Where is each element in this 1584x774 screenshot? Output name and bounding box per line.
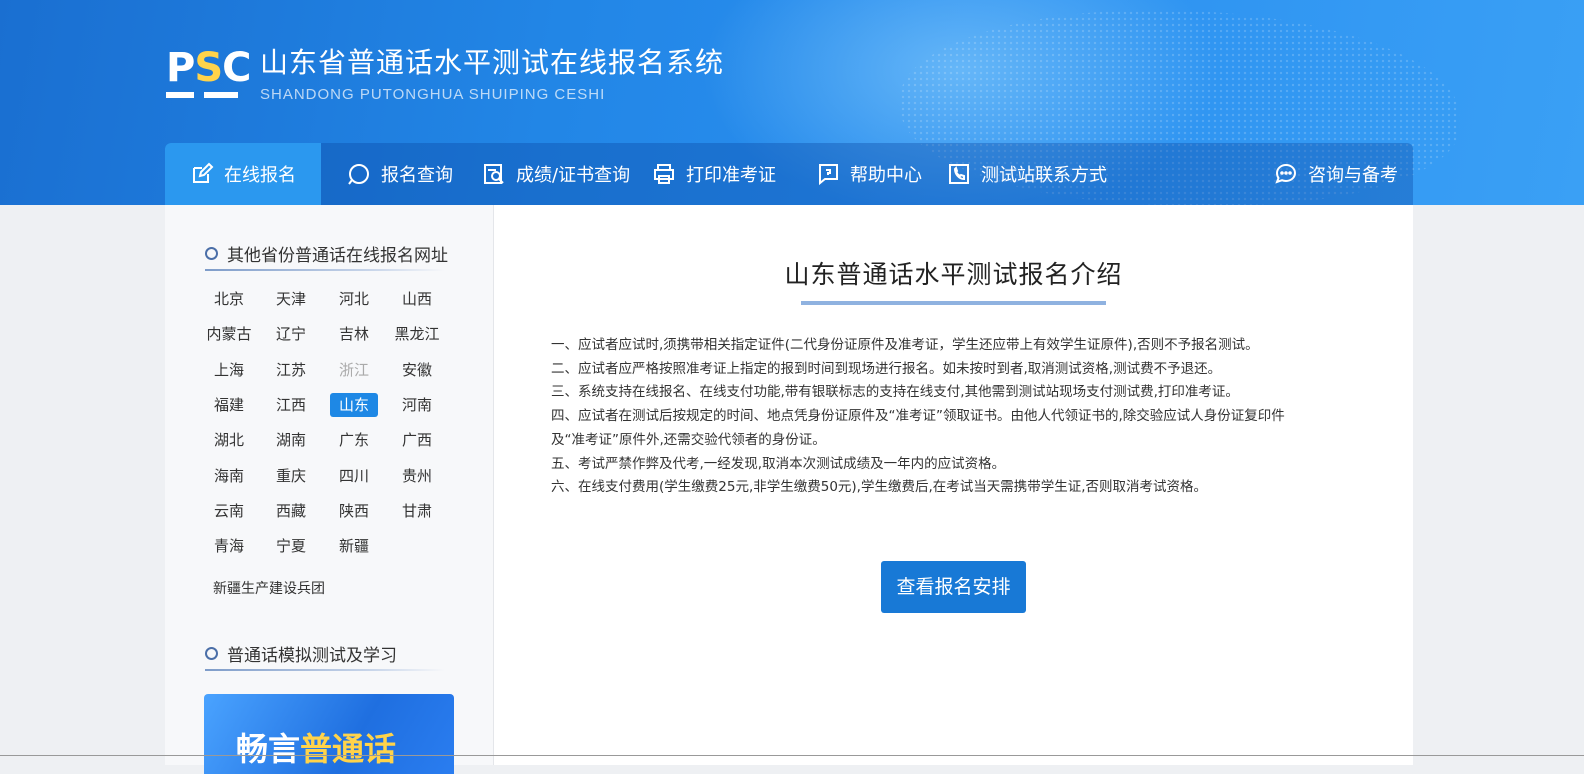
province-link[interactable]: 西藏 [267,499,315,523]
putonghua-practice-banner[interactable]: 畅言普通话 [204,694,454,774]
rule-line: 二、应试者应严格按照准考证上指定的报到时间到现场进行报名。如未按时到者,取消测试… [551,360,1222,377]
province-link[interactable]: 河南 [393,393,441,417]
rule-line: 五、考试严禁作弊及代考,一经发现,取消本次测试成绩及一年内的应试资格。 [551,455,1006,472]
help-icon [819,164,838,186]
search-icon [348,164,369,185]
province-link[interactable]: 上海 [205,358,253,382]
province-link[interactable]: 福建 [205,393,253,417]
province-link[interactable]: 陕西 [330,499,378,523]
practice-section-title: 普通话模拟测试及学习 [205,641,397,666]
chat-icon [1275,163,1297,184]
rule-line: 及“准考证”原件外,还需交验代领者的身份证。 [551,431,826,448]
province-link[interactable]: 黑龙江 [393,322,441,346]
certificate-search-icon [484,164,504,184]
nav-item-registration-query[interactable]: 报名查询 [347,143,453,205]
province-link[interactable]: 辽宁 [267,322,315,346]
section-divider [205,269,445,271]
province-link[interactable]: 内蒙古 [205,322,253,346]
province-link-xinjiang-corps[interactable]: 新疆生产建设兵团 [213,578,325,598]
province-link[interactable]: 湖南 [267,428,315,452]
rule-line: 四、应试者在测试后按规定的时间、地点凭身份证原件及“准考证”领取证书。由他人代领… [551,408,1285,425]
nav-item-test-station-contact[interactable]: 测试站联系方式 [947,143,1107,205]
province-link[interactable]: 安徽 [393,358,441,382]
province-link[interactable]: 山东 [330,392,378,417]
province-link[interactable]: 贵州 [393,464,441,488]
nav-item-consult-prepare[interactable]: 咨询与备考 [1274,143,1398,205]
sidebar: 其他省份普通话在线报名网址 北京 天津 河北 山西内蒙古 辽宁 吉林 黑龙江上海 江苏 浙江 安徽… [165,205,494,774]
registration-rules: 一、应试者应试时,须携带相关指定证件(二代身份证原件及准考证，学生还应带上有效学… [551,334,1351,500]
header: PSC 山东省普通话水平测试在线报名系统 SHANDONG PUTONGHUA … [0,0,1584,205]
province-link[interactable]: 宁夏 [267,534,315,558]
section-divider [205,669,445,671]
province-link[interactable]: 广东 [330,428,378,452]
province-link[interactable]: 河北 [330,287,378,311]
province-link[interactable]: 浙江 [330,358,378,382]
page-title: 山东普通话水平测试报名介绍 [784,260,1123,289]
main-content: 山东普通话水平测试报名介绍 一、应试者应试时,须携带相关指定证件(二代身份证原件… [494,205,1413,765]
circle-icon [205,647,218,660]
province-link[interactable]: 甘肃 [393,499,441,523]
main-nav: 在线报名 报名查询 成绩/证书查询 打印准考证 帮助中心 测试站联系方式 咨询与… [165,143,1413,205]
site-subtitle: SHANDONG PUTONGHUA SHUIPING CESHI [260,86,606,103]
title-underline [801,301,1106,305]
nav-item-print-admission-ticket[interactable]: 打印准考证 [652,143,776,205]
province-link[interactable]: 四川 [330,464,378,488]
province-link[interactable]: 吉林 [330,322,378,346]
province-link[interactable]: 海南 [205,464,253,488]
nav-item-score-certificate-query[interactable]: 成绩/证书查询 [482,143,630,205]
province-link[interactable]: 天津 [267,287,315,311]
province-link[interactable]: 重庆 [267,464,315,488]
rule-line: 一、应试者应试时,须携带相关指定证件(二代身份证原件及准考证，学生还应带上有效学… [551,337,1259,353]
view-registration-schedule-button[interactable]: 查看报名安排 [881,561,1026,613]
site-title: 山东省普通话水平测试在线报名系统 [260,46,725,79]
province-link[interactable]: 山西 [393,287,441,311]
nav-item-online-registration[interactable]: 在线报名 [165,143,321,205]
province-link[interactable]: 湖北 [205,428,253,452]
province-link[interactable]: 新疆 [330,534,378,558]
province-link[interactable]: 江西 [267,393,315,417]
psc-logo[interactable]: PSC [166,48,252,104]
edit-icon [193,162,214,183]
province-link[interactable]: 云南 [205,499,253,523]
rule-line: 六、在线支付费用(学生缴费25元,非学生缴费50元),学生缴费后,在考试当天需携… [551,479,1208,496]
province-link[interactable]: 北京 [205,287,253,311]
circle-icon [205,247,218,260]
bottom-divider [0,755,1584,756]
printer-icon [654,164,674,184]
provinces-section-title: 其他省份普通话在线报名网址 [205,241,448,266]
province-link[interactable]: 江苏 [267,358,315,382]
rule-line: 三、系统支持在线报名、在线支付功能,带有银联标志的支持在线支付,其他需到测试站现… [551,384,1239,401]
nav-item-help-center[interactable]: 帮助中心 [816,143,922,205]
province-link[interactable]: 广西 [393,428,441,452]
phone-icon [949,164,969,184]
province-link[interactable]: 青海 [205,534,253,558]
